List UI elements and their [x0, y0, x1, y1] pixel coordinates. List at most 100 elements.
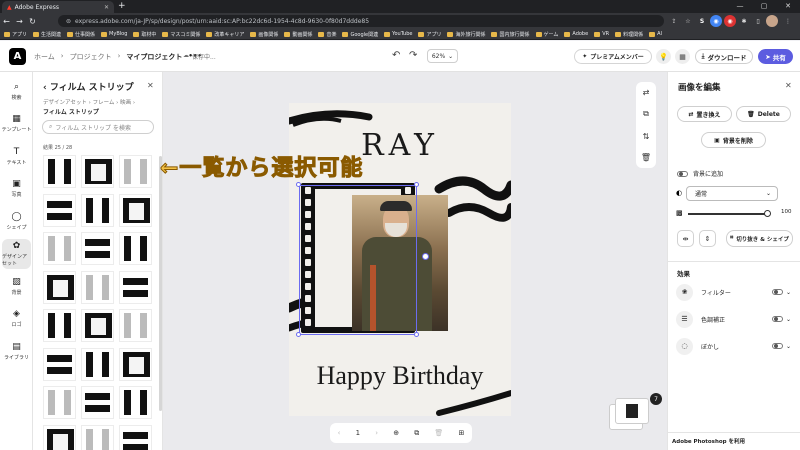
- add-to-background-row[interactable]: 背景に追加: [677, 169, 792, 178]
- bookmark-item[interactable]: AI: [649, 31, 662, 37]
- film-strip-thumbnail[interactable]: [43, 424, 76, 450]
- nav-item[interactable]: ✿ デザインアセット: [2, 238, 31, 269]
- flip-vertical-icon[interactable]: ⇕: [699, 230, 716, 247]
- swap-icon[interactable]: ⇄: [643, 88, 650, 97]
- minimize-icon[interactable]: —: [728, 0, 752, 13]
- film-strip-thumbnail[interactable]: [43, 232, 76, 265]
- maximize-icon[interactable]: ▢: [752, 0, 776, 13]
- forward-icon[interactable]: →: [13, 17, 26, 26]
- prev-page-icon[interactable]: ‹: [338, 429, 341, 437]
- breadcrumb-projects[interactable]: プロジェクト: [70, 52, 112, 62]
- panel-breadcrumb[interactable]: デザインアセット › フレーム › 映画 ›: [43, 98, 135, 106]
- nav-item[interactable]: ▦ テンプレート: [0, 109, 33, 139]
- browser-menu-icon[interactable]: ⋮: [782, 15, 794, 27]
- film-strip-thumbnail[interactable]: [81, 424, 114, 450]
- design-greeting[interactable]: Happy Birthday: [289, 361, 511, 391]
- asset-search-input[interactable]: ⌕ フィルム ストリップ を検索: [42, 120, 154, 134]
- film-strip-thumbnail[interactable]: [81, 386, 114, 419]
- nav-item[interactable]: ▣ 写真: [0, 174, 33, 204]
- effect-toggle[interactable]: ⌄: [771, 289, 791, 296]
- film-strip-thumbnail[interactable]: [119, 309, 152, 342]
- panel-title[interactable]: ‹ フィルム ストリップ: [43, 80, 134, 93]
- bookmark-item[interactable]: 取材中: [133, 31, 156, 38]
- film-strip-thumbnail[interactable]: [43, 155, 76, 188]
- arrange-icon[interactable]: ⇅: [643, 132, 650, 141]
- bookmark-star-icon[interactable]: ☆: [682, 15, 694, 27]
- extension-blue-icon[interactable]: ◉: [710, 15, 722, 27]
- trash-icon[interactable]: 🗑: [641, 153, 651, 162]
- grid-view-icon[interactable]: ⊞: [458, 429, 464, 437]
- extension-red-icon[interactable]: ◉: [724, 15, 736, 27]
- opacity-slider-knob[interactable]: [764, 210, 771, 217]
- flip-horizontal-icon[interactable]: ⇹: [677, 230, 694, 247]
- bookmark-item[interactable]: 国内旅行関係: [491, 31, 530, 38]
- bookmark-item[interactable]: 改革キャリア: [206, 31, 244, 38]
- browser-tab[interactable]: ▲ Adobe Express ✕: [2, 1, 114, 13]
- close-panel-icon[interactable]: ✕: [785, 81, 792, 90]
- chevron-down-icon[interactable]: ⌄: [786, 289, 791, 296]
- app-switcher-icon[interactable]: ▦: [675, 49, 690, 64]
- back-icon[interactable]: ←: [0, 17, 13, 26]
- effect-row[interactable]: ❀ フィルター ⌄: [676, 282, 791, 302]
- delete-page-icon[interactable]: 🗑: [434, 429, 443, 437]
- bookmark-item[interactable]: 海外旅行関係: [447, 31, 485, 38]
- bookmark-item[interactable]: Google関連: [342, 31, 378, 38]
- nav-item[interactable]: ◯ シェイプ: [0, 206, 33, 236]
- film-strip-thumbnail[interactable]: [81, 347, 114, 381]
- bookmark-item[interactable]: Adobe: [564, 31, 588, 37]
- layers-icon[interactable]: ⧉: [643, 109, 649, 119]
- photoshop-link[interactable]: Adobe Photoshop を利用: [672, 437, 745, 445]
- close-panel-icon[interactable]: ✕: [147, 81, 154, 90]
- add-page-icon[interactable]: ⊕: [393, 429, 399, 437]
- breadcrumb-my-projects[interactable]: マイプロジェクト: [126, 52, 182, 62]
- bookmark-item[interactable]: 画像関係: [250, 31, 278, 38]
- page-thumbnails[interactable]: [609, 398, 655, 432]
- premium-member-button[interactable]: ✦ プレミアムメンバー: [574, 49, 652, 64]
- film-strip-thumbnail[interactable]: [119, 347, 152, 381]
- blend-mode-dropdown[interactable]: 通常 ⌄: [686, 186, 778, 201]
- bookmark-item[interactable]: マスコミ関係: [162, 31, 200, 38]
- film-strip-thumbnail[interactable]: [81, 155, 114, 188]
- toggle-switch[interactable]: [771, 316, 783, 322]
- breadcrumb-home[interactable]: ホーム: [34, 52, 55, 62]
- new-tab-icon[interactable]: +: [118, 1, 126, 11]
- site-info-icon[interactable]: ⊜: [66, 18, 71, 25]
- bookmark-item[interactable]: アプリ: [418, 31, 441, 38]
- chevron-down-icon[interactable]: ⌄: [786, 343, 791, 350]
- bookmark-item[interactable]: 音楽: [318, 31, 336, 38]
- film-strip-thumbnail[interactable]: [43, 386, 76, 419]
- nav-item[interactable]: ▤ ライブラリ: [0, 336, 33, 366]
- film-strip-thumbnail[interactable]: [81, 193, 114, 227]
- next-page-icon[interactable]: ›: [375, 429, 378, 437]
- bookmark-item[interactable]: YouTube: [384, 31, 412, 37]
- resize-handle[interactable]: [414, 332, 419, 337]
- film-strip-thumbnail[interactable]: [119, 424, 152, 450]
- bookmark-item[interactable]: MyBlog: [101, 31, 127, 37]
- nav-item[interactable]: ⌕ 検索: [0, 76, 33, 106]
- nav-item[interactable]: ◈ ロゴ: [0, 304, 33, 334]
- bookmark-item[interactable]: アプリ: [4, 31, 27, 38]
- crop-shape-button[interactable]: ⌗ 切り抜き & シェイプ: [726, 230, 793, 247]
- redo-icon[interactable]: ↷: [409, 50, 417, 61]
- replace-button[interactable]: ⇄ 置き換え: [677, 106, 732, 122]
- rotate-handle[interactable]: [422, 253, 429, 260]
- panel-scrollbar[interactable]: [159, 156, 162, 411]
- film-strip-thumbnail[interactable]: [43, 309, 76, 342]
- download-button[interactable]: ⤓ ダウンロード: [695, 49, 753, 64]
- duplicate-page-icon[interactable]: ⧉: [414, 429, 419, 438]
- toggle-switch[interactable]: [771, 289, 783, 295]
- film-strip-thumbnail[interactable]: [43, 193, 76, 227]
- extensions-icon[interactable]: ✱: [738, 15, 750, 27]
- adobe-express-logo[interactable]: A: [9, 48, 26, 65]
- opacity-slider[interactable]: [688, 210, 771, 217]
- film-strip-thumbnail[interactable]: [119, 193, 152, 227]
- effect-row[interactable]: ◌ ぼかし ⌄: [676, 336, 791, 356]
- extension-s-icon[interactable]: S: [696, 15, 708, 27]
- bookmark-item[interactable]: 料理関係: [615, 31, 643, 38]
- toggle-switch[interactable]: [771, 343, 783, 349]
- zoom-dropdown[interactable]: 62% ⌄: [427, 49, 458, 63]
- film-strip-thumbnail[interactable]: [119, 155, 152, 188]
- film-strip-thumbnail[interactable]: [81, 270, 114, 304]
- resize-handle[interactable]: [414, 182, 419, 187]
- remove-background-button[interactable]: ▣ 背景を削除: [701, 132, 766, 148]
